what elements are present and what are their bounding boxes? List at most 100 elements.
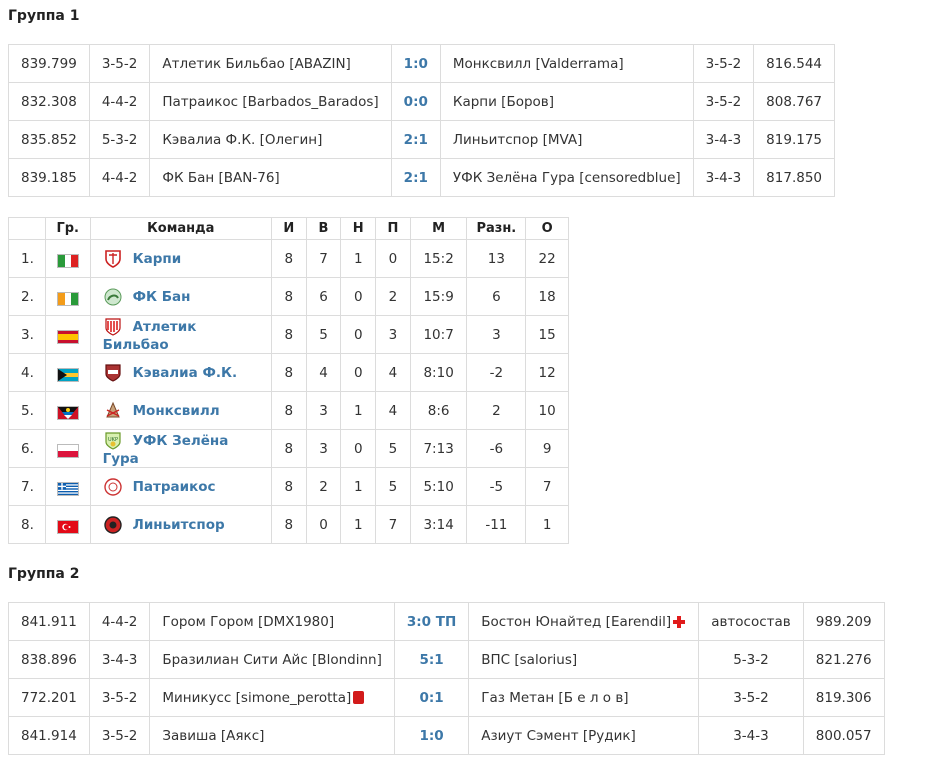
games-drawn: 1 bbox=[340, 239, 377, 278]
home-team-cell: Миникусс [simone_perotta] bbox=[149, 678, 395, 717]
country-flag-cell bbox=[44, 391, 91, 430]
points: 12 bbox=[525, 353, 569, 392]
match-score-link[interactable]: 0:0 bbox=[390, 82, 441, 121]
home-team-cell: Бразилиан Сити Айс [Blondinn] bbox=[149, 640, 395, 679]
home-formation: 3-5-2 bbox=[88, 716, 151, 755]
home-formation: 4-4-2 bbox=[88, 82, 151, 121]
patraikos-crest bbox=[103, 477, 123, 497]
away-rating: 817.850 bbox=[753, 158, 835, 197]
away-team-cell: Линьитспор [MVA] bbox=[439, 120, 694, 159]
away-team-name: Линьитспор [MVA] bbox=[452, 131, 583, 148]
away-team-cell: Бостон Юнайтед [Earendil] bbox=[468, 602, 700, 641]
goal-difference: -11 bbox=[466, 505, 527, 544]
group-1-matches-table: 839.799 3-5-2 Атлетик Бильбао [ABAZIN] 1:0 М… bbox=[8, 44, 835, 197]
games-drawn: 0 bbox=[340, 429, 377, 468]
games-won: 6 bbox=[305, 277, 342, 316]
monksville-crest bbox=[103, 401, 123, 421]
home-formation: 4-4-2 bbox=[88, 158, 151, 197]
away-team-cell: Газ Метан [Б е л о в] bbox=[468, 678, 700, 717]
match-score-link[interactable]: 0:1 bbox=[393, 678, 470, 717]
away-formation: 3-4-3 bbox=[698, 716, 804, 755]
home-team-name: Бразилиан Сити Айс [Blondinn] bbox=[162, 651, 382, 668]
standings-position: 3. bbox=[8, 315, 46, 354]
home-formation: 3-4-3 bbox=[88, 640, 151, 679]
italy-flag bbox=[56, 253, 79, 268]
goals: 15:2 bbox=[409, 239, 468, 278]
games-drawn: 0 bbox=[340, 277, 377, 316]
team-link[interactable]: Карпи bbox=[133, 251, 182, 267]
home-team-name: Патраикос [Barbados_Barados] bbox=[162, 93, 379, 110]
match-score-link[interactable]: 3:0 ТП bbox=[393, 602, 470, 641]
away-team-cell: Монксвилл [Valderrama] bbox=[439, 44, 694, 83]
team-link[interactable]: Линьитспор bbox=[133, 517, 225, 533]
away-team-cell: Карпи [Боров] bbox=[439, 82, 694, 121]
group-1-title: Группа 1 bbox=[8, 8, 80, 24]
match-score-link[interactable]: 2:1 bbox=[390, 120, 441, 159]
team-cell: ФК Бан bbox=[89, 277, 272, 316]
games-lost: 0 bbox=[375, 239, 411, 278]
team-link[interactable]: Кэвалиа Ф.К. bbox=[133, 365, 238, 381]
home-team-cell: Гором Гором [DMX1980] bbox=[149, 602, 395, 641]
match-score-link[interactable]: 5:1 bbox=[393, 640, 470, 679]
team-cell: Монксвилл bbox=[89, 391, 272, 430]
games-won: 0 bbox=[305, 505, 342, 544]
away-team-cell: ВПС [salorius] bbox=[468, 640, 700, 679]
home-team-cell: ФК Бан [BAN-76] bbox=[149, 158, 392, 197]
standings-position: 6. bbox=[8, 429, 46, 468]
country-flag-cell bbox=[44, 505, 91, 544]
team-link[interactable]: ФК Бан bbox=[133, 289, 191, 305]
away-formation: 3-5-2 bbox=[692, 82, 755, 121]
standings-header-row: Гр. Команда И В Н П М Разн. О bbox=[8, 217, 569, 240]
away-rating: 819.306 bbox=[802, 678, 885, 717]
match-row: 839.799 3-5-2 Атлетик Бильбао [ABAZIN] 1:0 М… bbox=[8, 44, 835, 83]
games-played: 8 bbox=[270, 429, 307, 468]
match-score-link[interactable]: 1:0 bbox=[390, 44, 441, 83]
country-flag-cell bbox=[44, 277, 91, 316]
standings-header-diff: Разн. bbox=[466, 217, 527, 240]
table-row: 1. Карпи 8 7 1 0 15:2 13 22 bbox=[8, 239, 569, 278]
team-link[interactable]: Монксвилл bbox=[133, 403, 220, 419]
goal-difference: 6 bbox=[466, 277, 527, 316]
country-flag-cell bbox=[44, 467, 91, 506]
home-team-cell: Атлетик Бильбао [ABAZIN] bbox=[149, 44, 392, 83]
away-rating: 819.175 bbox=[753, 120, 835, 159]
points: 10 bbox=[525, 391, 569, 430]
fk-ban-crest bbox=[103, 287, 123, 307]
turkey-flag bbox=[56, 519, 79, 534]
home-rating: 839.799 bbox=[8, 44, 90, 83]
poland-flag bbox=[56, 443, 79, 458]
games-lost: 7 bbox=[375, 505, 411, 544]
match-score-link[interactable]: 1:0 bbox=[393, 716, 470, 755]
match-score-link[interactable]: 2:1 bbox=[390, 158, 441, 197]
games-lost: 3 bbox=[375, 315, 411, 354]
standings-header-pos bbox=[8, 217, 46, 240]
goal-difference: 2 bbox=[466, 391, 527, 430]
standings-position: 1. bbox=[8, 239, 46, 278]
red-cross-icon bbox=[672, 615, 686, 629]
away-team-name: Бостон Юнайтед [Earendil] bbox=[481, 613, 672, 630]
athletic-bilbao-crest bbox=[103, 317, 123, 337]
goals: 3:14 bbox=[409, 505, 468, 544]
games-won: 2 bbox=[305, 467, 342, 506]
red-card-icon bbox=[353, 691, 365, 704]
antigua-flag bbox=[56, 405, 79, 420]
games-won: 4 bbox=[305, 353, 342, 392]
away-formation: 3-5-2 bbox=[692, 44, 755, 83]
spain-flag bbox=[56, 329, 79, 344]
group-2-title: Группа 2 bbox=[8, 566, 80, 582]
table-row: 3. Атлетик Бильбао 8 5 0 3 10:7 3 15 bbox=[8, 315, 569, 354]
team-link[interactable]: Патраикос bbox=[133, 479, 216, 495]
bahamas-flag bbox=[56, 367, 79, 382]
match-row: 841.914 3-5-2 Завиша [Аякс] 1:0 Азиут Сэмент… bbox=[8, 716, 885, 755]
goal-difference: -2 bbox=[466, 353, 527, 392]
table-row: 4. Кэвалиа Ф.К. 8 4 0 4 8:10 -2 12 bbox=[8, 353, 569, 392]
games-won: 3 bbox=[305, 429, 342, 468]
games-played: 8 bbox=[270, 391, 307, 430]
games-played: 8 bbox=[270, 353, 307, 392]
group-1-standings-table: Гр. Команда И В Н П М Разн. О 1. Карпи 8 7 1… bbox=[8, 217, 569, 544]
match-row: 832.308 4-4-2 Патраикос [Barbados_Barados]… bbox=[8, 82, 835, 121]
team-cell: Карпи bbox=[89, 239, 272, 278]
games-drawn: 1 bbox=[340, 467, 377, 506]
games-drawn: 0 bbox=[340, 315, 377, 354]
goals: 8:10 bbox=[409, 353, 468, 392]
